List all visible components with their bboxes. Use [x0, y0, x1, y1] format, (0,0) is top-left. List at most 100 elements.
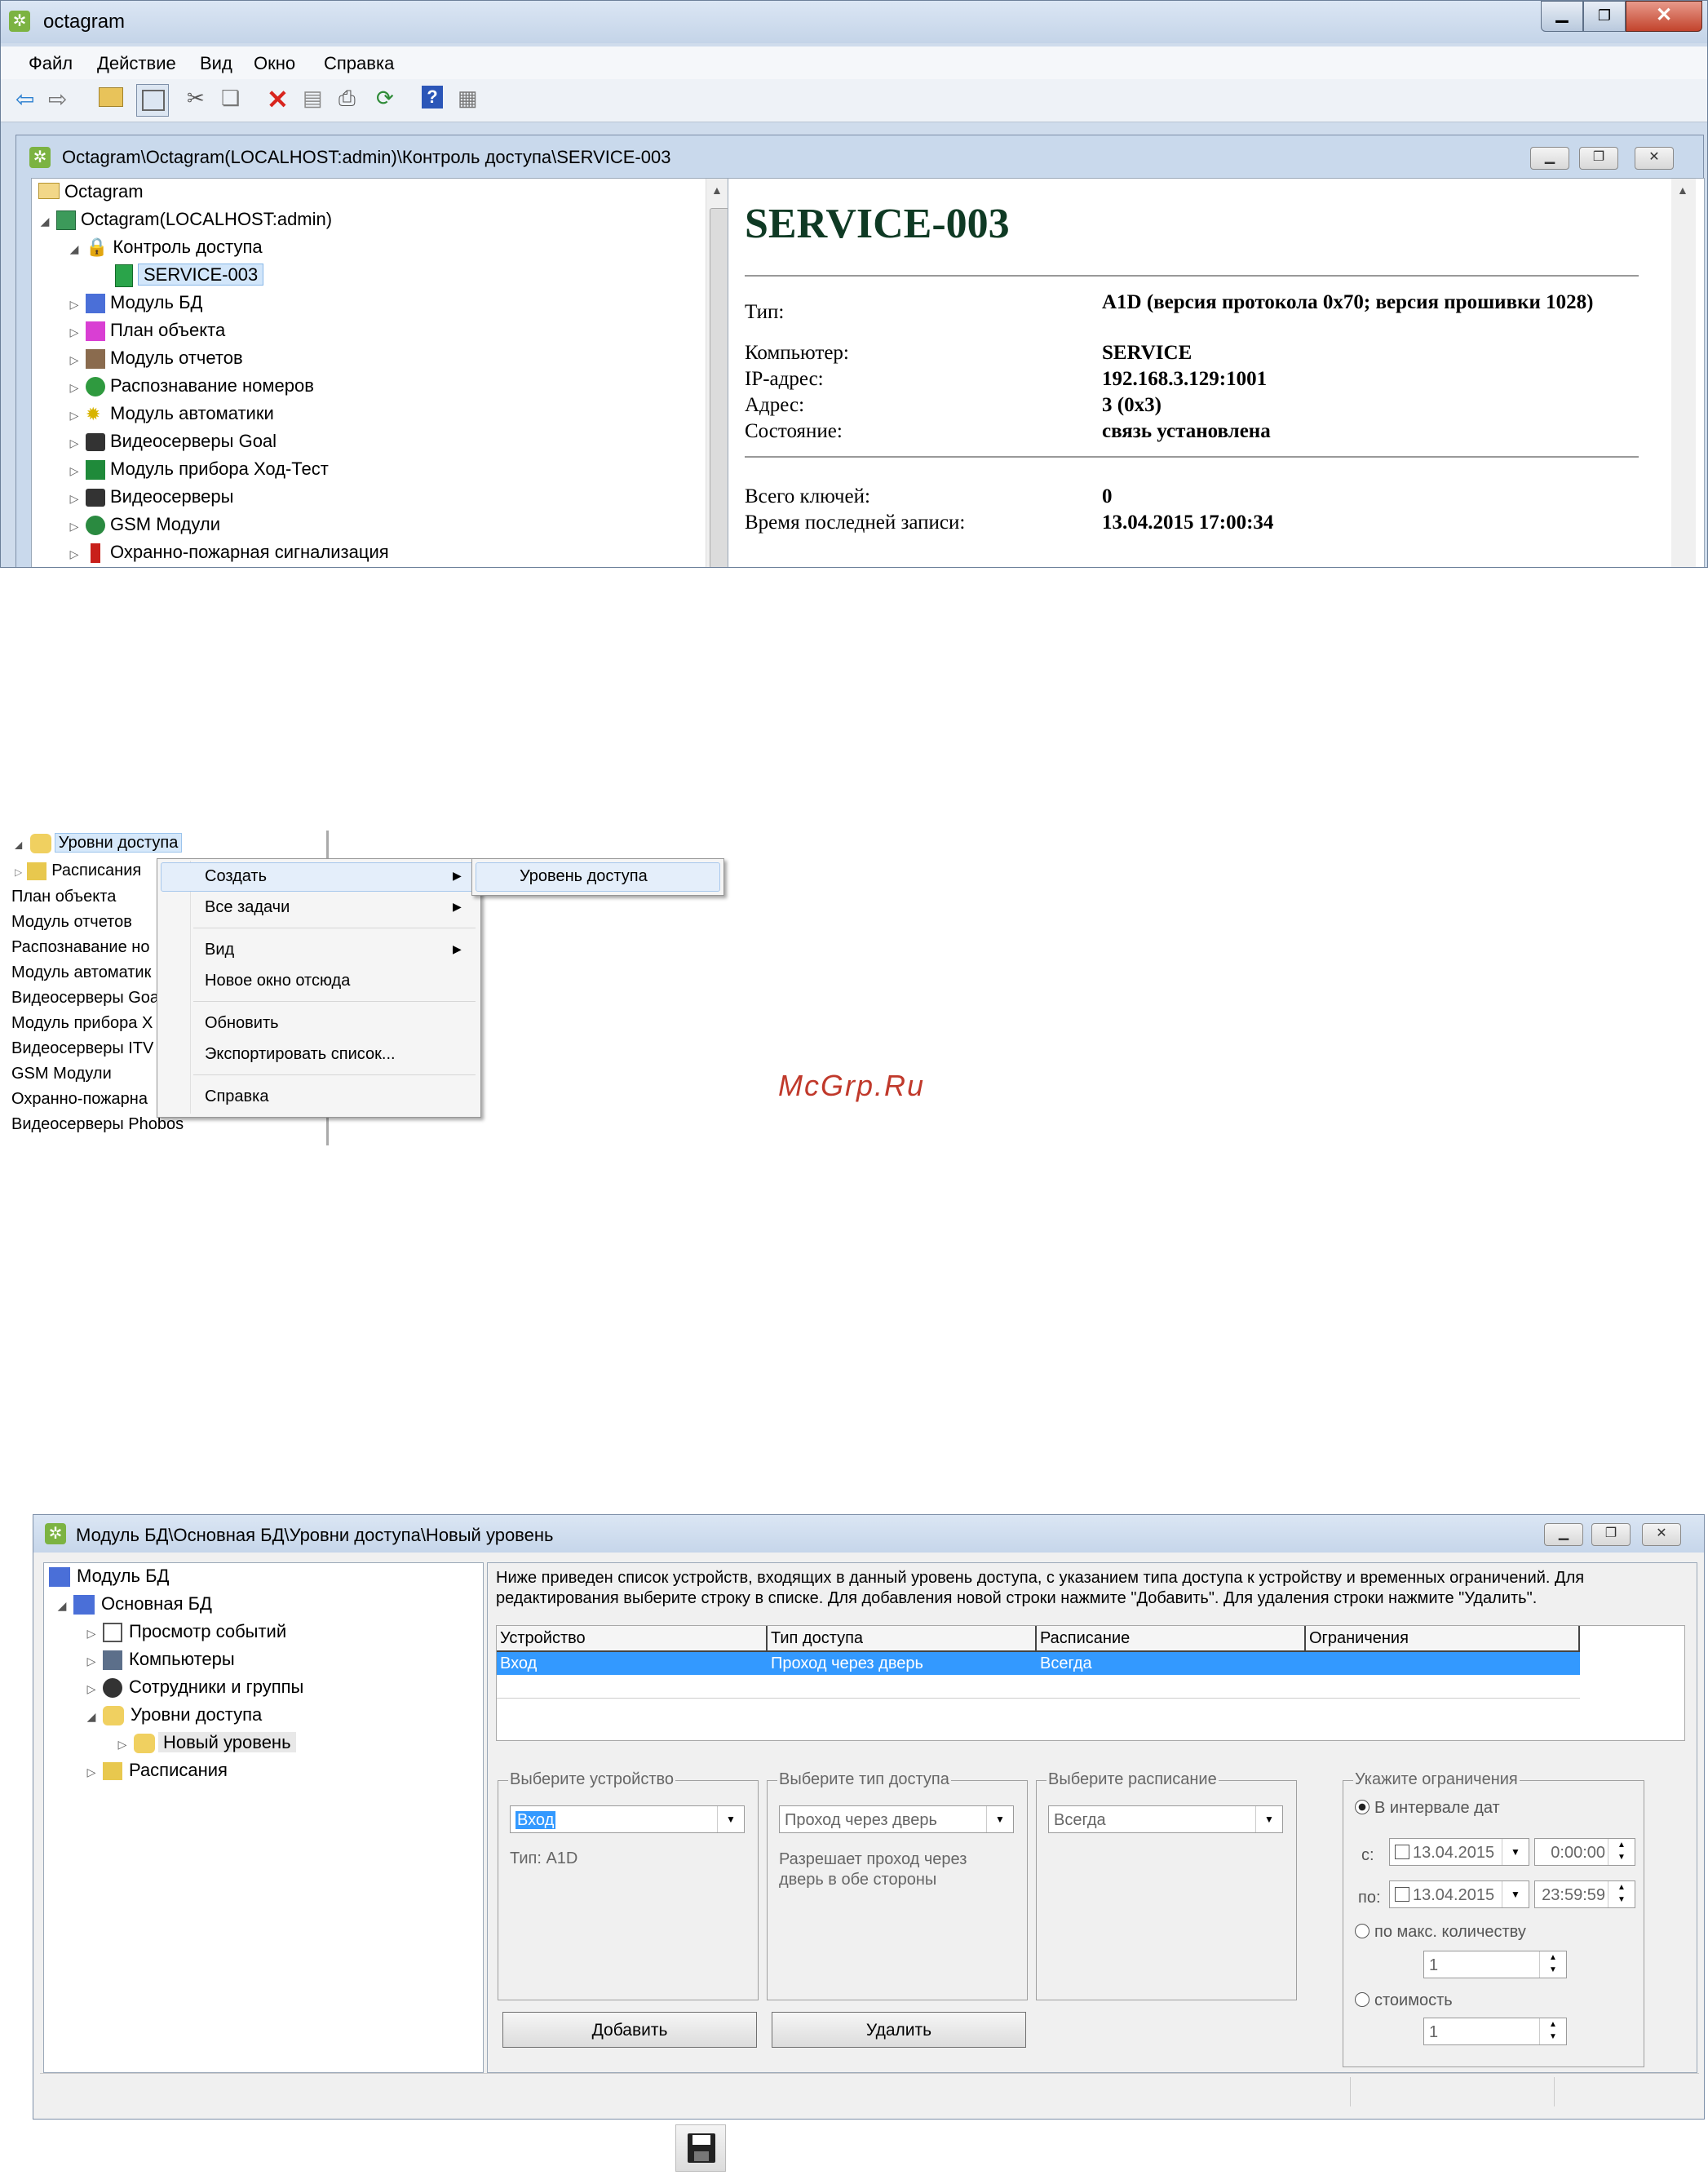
collapsed-icon[interactable]: ▷: [68, 541, 81, 567]
context-tree-item[interactable]: ▷ Расписания: [15, 862, 141, 880]
view-icon[interactable]: ▦: [458, 86, 489, 117]
tree-item[interactable]: ▷ Модуль отчетов: [68, 345, 243, 371]
copy-icon[interactable]: ❏: [221, 86, 252, 117]
db-tree-root[interactable]: Модуль БД: [49, 1563, 169, 1589]
cut-icon[interactable]: ✂: [187, 86, 218, 117]
col-access-type[interactable]: Тип доступа: [771, 1629, 863, 1648]
tree-selected-device[interactable]: SERVICE-003: [115, 262, 264, 288]
collapsed-icon[interactable]: ▷: [85, 1759, 98, 1785]
max-count-spinner[interactable]: 1 ▲ ▼: [1423, 1951, 1567, 1978]
spin-icon[interactable]: ▲ ▼: [1608, 1839, 1635, 1865]
tree-item[interactable]: ▷ Видеосерверы Goal: [68, 428, 277, 454]
collapsed-icon[interactable]: ▷: [68, 374, 81, 401]
tree-item[interactable]: ▷ GSM Модули: [68, 512, 220, 538]
tree-item[interactable]: ▷ Модуль БД: [68, 290, 202, 316]
collapsed-icon[interactable]: ▷: [68, 347, 81, 373]
menu-view[interactable]: Вид: [200, 53, 232, 74]
collapsed-icon[interactable]: ▷: [68, 485, 81, 512]
dropdown-arrow-icon[interactable]: ▼: [1255, 1806, 1282, 1832]
db-tree-item[interactable]: ▷ Сотрудники и группы: [85, 1674, 303, 1700]
context-tree-item[interactable]: Охранно-пожарна: [11, 1090, 148, 1109]
radio-selected-icon[interactable]: [1355, 1800, 1369, 1814]
tree-item[interactable]: ▷ Модуль прибора Ход-Тест: [68, 456, 329, 482]
scroll-thumb[interactable]: [710, 208, 729, 567]
refresh-icon[interactable]: ⟳: [376, 86, 407, 117]
access-type-select[interactable]: Проход через дверь ▼: [779, 1805, 1014, 1833]
menu-item-export[interactable]: Экспортировать список...: [205, 1045, 396, 1064]
collapsed-icon[interactable]: ▷: [85, 1676, 98, 1702]
print-icon[interactable]: ⎙: [339, 86, 369, 117]
tree-root[interactable]: Octagram: [38, 179, 144, 205]
db-tree-item[interactable]: ▷ Расписания: [85, 1757, 228, 1783]
menu-window[interactable]: Окно: [254, 53, 295, 74]
collapsed-icon[interactable]: ▷: [68, 402, 81, 428]
show-tree-icon[interactable]: [136, 84, 169, 117]
context-tree-item[interactable]: Модуль прибора Х: [11, 1014, 153, 1033]
expanded-icon[interactable]: ◢: [85, 1703, 98, 1730]
collapsed-icon[interactable]: ▷: [68, 319, 81, 345]
from-date-picker[interactable]: 13.04.2015 ▼: [1389, 1838, 1529, 1866]
col-limits[interactable]: Ограничения: [1309, 1629, 1409, 1648]
db-tree-item[interactable]: ▷ Просмотр событий: [85, 1619, 286, 1645]
maximize-button[interactable]: ❐: [1583, 1, 1626, 32]
forward-icon[interactable]: ⇨: [48, 86, 79, 117]
menu-file[interactable]: Файл: [29, 53, 73, 74]
expanded-icon[interactable]: ◢: [38, 208, 51, 234]
db-tree-item[interactable]: ▷ Компьютеры: [85, 1646, 235, 1672]
delete-button[interactable]: Удалить: [772, 2012, 1026, 2048]
context-tree-item[interactable]: План объекта: [11, 888, 116, 906]
context-tree-item[interactable]: Видеосерверы Goa: [11, 989, 159, 1008]
db-tree-new-level[interactable]: ▷ Новый уровень: [116, 1730, 296, 1756]
to-date-picker[interactable]: 13.04.2015 ▼: [1389, 1880, 1529, 1908]
context-tree-item[interactable]: Видеосерверы Phobos: [11, 1115, 184, 1134]
collapsed-icon[interactable]: ▷: [116, 1731, 129, 1757]
context-tree-item[interactable]: Модуль отчетов: [11, 913, 132, 932]
add-button[interactable]: Добавить: [502, 2012, 757, 2048]
minimize-button[interactable]: ▁: [1541, 1, 1583, 32]
from-date-checkbox[interactable]: [1395, 1845, 1409, 1859]
submenu-item-access-level[interactable]: Уровень доступа: [520, 867, 648, 886]
menu-item-help[interactable]: Справка: [205, 1088, 268, 1106]
collapsed-icon[interactable]: ▷: [68, 513, 81, 539]
collapsed-icon[interactable]: ▷: [85, 1620, 98, 1646]
db-maximize-button[interactable]: ❐: [1591, 1523, 1631, 1546]
context-tree-item[interactable]: Распознавание но: [11, 938, 149, 957]
tree-access-control[interactable]: ◢ 🔒 Контроль доступа: [68, 234, 263, 260]
schedule-select[interactable]: Всегда ▼: [1048, 1805, 1283, 1833]
tree-item[interactable]: ▷ План объекта: [68, 317, 225, 343]
scroll-up-icon[interactable]: ▲: [1677, 184, 1688, 197]
collapsed-icon[interactable]: ▷: [15, 866, 22, 878]
col-device[interactable]: Устройство: [500, 1629, 586, 1648]
tree-item[interactable]: ▷ Охранно-пожарная сигнализация: [68, 539, 389, 565]
tree-item[interactable]: ▷ Распознавание номеров: [68, 373, 314, 399]
from-time-spinner[interactable]: 0:00:00 ▲ ▼: [1534, 1838, 1635, 1866]
tree-server[interactable]: ◢ Octagram(LOCALHOST:admin): [38, 206, 332, 233]
tree-item[interactable]: ▷ Видеосерверы: [68, 484, 233, 510]
menu-item-all-tasks[interactable]: Все задачи: [205, 898, 290, 917]
expanded-icon[interactable]: ◢: [55, 1592, 69, 1619]
menu-item-refresh[interactable]: Обновить: [205, 1014, 279, 1033]
child-minimize-button[interactable]: ▁: [1530, 147, 1569, 170]
to-time-spinner[interactable]: 23:59:59 ▲ ▼: [1534, 1880, 1635, 1908]
db-tree-main[interactable]: ◢ Основная БД: [55, 1591, 212, 1617]
radio-max-count[interactable]: по макс. количеству: [1355, 1923, 1526, 1942]
context-tree-item-selected[interactable]: ◢ Уровни доступа: [15, 833, 183, 853]
collapsed-icon[interactable]: ▷: [68, 430, 81, 456]
context-tree-item[interactable]: GSM Модули: [11, 1065, 112, 1083]
collapsed-icon[interactable]: ▷: [68, 291, 81, 317]
dropdown-arrow-icon[interactable]: ▼: [1502, 1839, 1529, 1865]
menu-action[interactable]: Действие: [97, 53, 176, 74]
collapsed-icon[interactable]: ▷: [85, 1648, 98, 1674]
db-minimize-button[interactable]: ▁: [1544, 1523, 1583, 1546]
menu-item-view[interactable]: Вид: [205, 941, 234, 959]
menu-help[interactable]: Справка: [324, 53, 394, 74]
scroll-up-icon[interactable]: ▲: [711, 184, 723, 197]
menu-item-create[interactable]: Создать: [205, 867, 267, 886]
help-icon[interactable]: ?: [422, 86, 453, 117]
up-folder-icon[interactable]: [99, 87, 130, 118]
properties-icon[interactable]: ▤: [303, 86, 334, 117]
back-icon[interactable]: ⇦: [15, 86, 46, 117]
spin-icon[interactable]: ▲ ▼: [1539, 2018, 1566, 2044]
expanded-icon[interactable]: ◢: [15, 839, 22, 850]
col-schedule[interactable]: Расписание: [1040, 1629, 1130, 1648]
